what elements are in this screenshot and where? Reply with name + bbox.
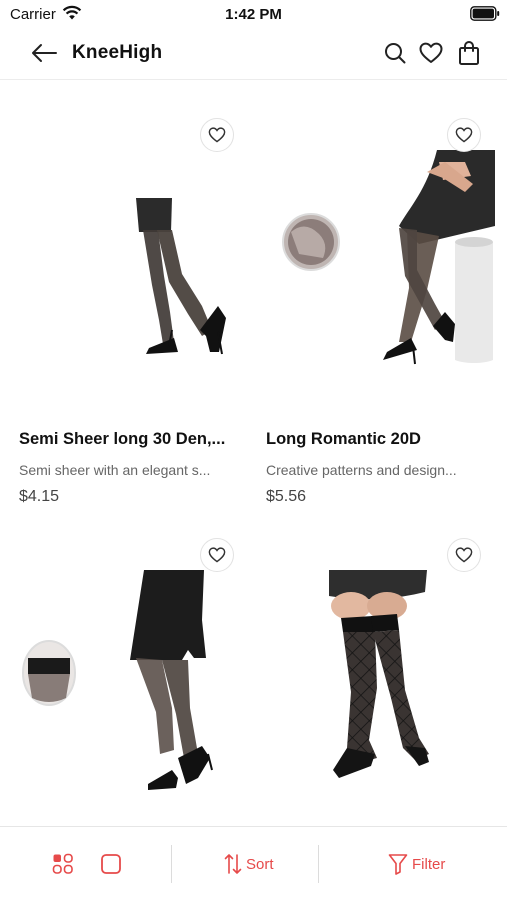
favorite-button[interactable] [200,118,234,152]
single-view-button[interactable] [100,847,122,881]
bottom-toolbar: Sort Filter [0,826,507,900]
filter-label: Filter [412,855,446,873]
product-title: Long Romantic 20D [266,430,421,448]
heart-icon [208,127,226,143]
heart-icon [419,42,443,63]
single-view-icon [101,854,121,874]
grid-view-button[interactable] [52,847,74,881]
sort-label: Sort [246,855,274,873]
product-description: Semi sheer with an elegant s... [19,462,211,478]
product-price: $5.56 [266,488,307,505]
back-arrow-icon [32,44,57,62]
product-description: Creative patterns and design... [266,462,457,478]
product-price: $4.15 [19,488,60,505]
product-title: Semi Sheer long 30 Den,... [19,430,226,448]
heart-icon [455,547,473,563]
grid-view-icon [52,853,73,874]
filter-button[interactable]: Filter [388,847,445,881]
heart-icon [208,547,226,563]
favorite-button[interactable] [447,538,481,572]
search-button[interactable] [381,39,409,67]
cart-button[interactable] [455,39,483,67]
product-grid: Semi Sheer long 30 Den,... Semi sheer wi… [0,80,507,826]
back-button[interactable] [28,38,60,68]
clock: 1:42 PM [225,6,282,23]
search-icon [385,43,406,64]
battery-icon [470,6,500,21]
filter-icon [388,854,408,875]
page-title: KneeHigh [72,42,163,63]
shopping-bag-icon [459,41,479,65]
favorite-button[interactable] [447,118,481,152]
wishlist-button[interactable] [417,39,445,67]
sort-button[interactable]: Sort [224,847,274,881]
toolbar-divider [318,845,319,883]
status-bar: Carrier 1:42 PM [0,0,507,28]
favorite-button[interactable] [200,538,234,572]
app-header: KneeHigh [0,28,507,80]
sort-icon [224,854,242,874]
toolbar-divider [171,845,172,883]
heart-icon [455,127,473,143]
